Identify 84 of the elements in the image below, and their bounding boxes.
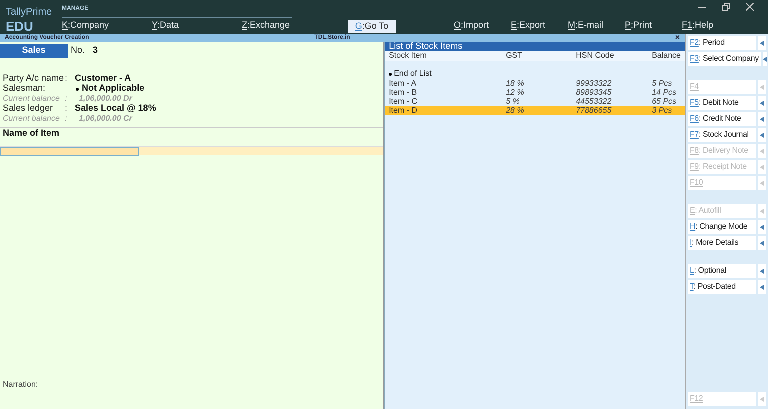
caret-icon <box>758 160 766 174</box>
balance-value: 1,06,000.00 Dr <box>79 93 132 104</box>
caret-icon <box>758 392 766 406</box>
brand-edition: EDU <box>6 20 34 33</box>
menu-item[interactable]: F1:Help <box>682 19 739 33</box>
menu-item[interactable]: Z:Exchange <box>242 19 332 33</box>
table-cell-text: 89893345 <box>576 88 613 97</box>
menu-item[interactable]: O:Import <box>454 19 511 33</box>
caret-icon <box>758 236 766 250</box>
list-row[interactable]: Item - A 18 % 99933322 5 Pcs <box>385 79 685 88</box>
brand-name: TallyPrime <box>6 8 54 18</box>
close-icon[interactable]: × <box>675 34 680 42</box>
caret-icon <box>758 144 766 158</box>
number-label: No. <box>71 44 86 58</box>
bullet-icon <box>389 72 392 76</box>
list-row[interactable]: Item - B 12 % 89893345 14 Pcs <box>385 88 685 97</box>
balance-value: 1,06,000.00 Cr <box>79 113 132 125</box>
voucher-number: 3 <box>93 44 98 58</box>
table-cell-text: Item - A <box>389 79 418 88</box>
field-label: Sales ledger <box>3 102 54 115</box>
close-icon[interactable] <box>746 3 754 11</box>
caret-icon <box>758 128 766 142</box>
table-cell-text: 44553322 <box>576 97 613 106</box>
table-cell-text: 5 Pcs <box>652 79 674 88</box>
sidebar-button[interactable]: I: More Details <box>688 236 756 250</box>
table-cell-text: Item - D <box>389 106 419 115</box>
separator: : <box>65 102 69 116</box>
separator: : <box>65 93 68 105</box>
list-row[interactable]: Item - C 5 % 44553322 65 Pcs <box>385 97 685 106</box>
column-header: GST <box>506 50 524 62</box>
menu-item[interactable]: K:Company <box>62 19 152 33</box>
table-cell-text: 12 % <box>506 88 526 97</box>
balance-label: Current balance <box>3 93 61 104</box>
caret-icon <box>758 96 766 110</box>
sidebar-button[interactable]: F5: Debit Note <box>688 96 756 110</box>
caret-icon <box>758 264 766 278</box>
table-cell-text: 5 % <box>506 97 521 106</box>
sidebar-button[interactable]: F6: Credit Note <box>688 112 756 126</box>
caret-icon <box>758 36 766 50</box>
caret-icon <box>758 220 766 234</box>
sidebar-button[interactable]: F2: Period <box>688 36 756 50</box>
column-header: Balance <box>652 50 681 62</box>
field-label: Salesman: <box>3 83 47 95</box>
menu-item[interactable]: P:Print <box>625 19 682 33</box>
list-title: List of Stock Items <box>385 42 685 51</box>
voucher-type: Sales <box>0 44 68 58</box>
table-cell-text: 99933322 <box>576 79 613 88</box>
caret-icon <box>758 112 766 126</box>
caret-icon <box>762 52 767 66</box>
restore-icon[interactable] <box>722 3 730 11</box>
table-cell-text: 28 % <box>506 106 526 115</box>
caret-icon <box>758 176 766 190</box>
sidebar-button[interactable]: H: Change Mode <box>688 220 756 234</box>
table-cell-text: 65 Pcs <box>652 97 678 106</box>
table-cell-text: 18 % <box>506 79 526 88</box>
column-header: Name of Item <box>3 126 60 140</box>
sidebar-button[interactable]: L: Optional <box>688 264 756 278</box>
menu-item[interactable]: Y:Data <box>152 19 242 33</box>
table-cell-text: 14 Pcs <box>652 88 678 97</box>
sidebar-button[interactable]: F3: Select Company <box>688 52 761 66</box>
field-label: Party A/c name <box>3 72 65 84</box>
list-row[interactable]: Item - D 28 % 77886655 3 Pcs <box>385 106 685 115</box>
separator: : <box>65 72 69 86</box>
table-cell-text: 77886655 <box>576 106 613 115</box>
sidebar-button[interactable]: T: Post-Dated <box>688 280 756 294</box>
item-input-field[interactable] <box>0 147 139 156</box>
menu-item[interactable]: E:Export <box>511 19 568 33</box>
narration-label: Narration: <box>2 379 40 391</box>
go-to-button[interactable]: G:Go To <box>348 20 396 32</box>
table-cell-text: Item - B <box>389 88 418 97</box>
balance-label: Current balance <box>3 113 61 125</box>
sidebar-button[interactable]: F7: Stock Journal <box>688 128 756 142</box>
column-header: Stock Item <box>389 50 428 62</box>
menu-item[interactable]: M:E-mail <box>568 19 625 33</box>
end-of-list[interactable]: End of List <box>394 68 432 80</box>
caret-icon <box>758 204 766 218</box>
separator: : <box>65 113 68 125</box>
column-header: HSN Code <box>576 50 616 62</box>
table-cell-text: 3 Pcs <box>652 106 674 115</box>
caret-icon <box>758 280 766 294</box>
bullet-icon <box>76 88 79 90</box>
field-value[interactable]: Sales Local @ 18% <box>75 102 156 116</box>
caret-icon <box>758 80 766 94</box>
table-cell-text: Item - C <box>389 97 419 106</box>
